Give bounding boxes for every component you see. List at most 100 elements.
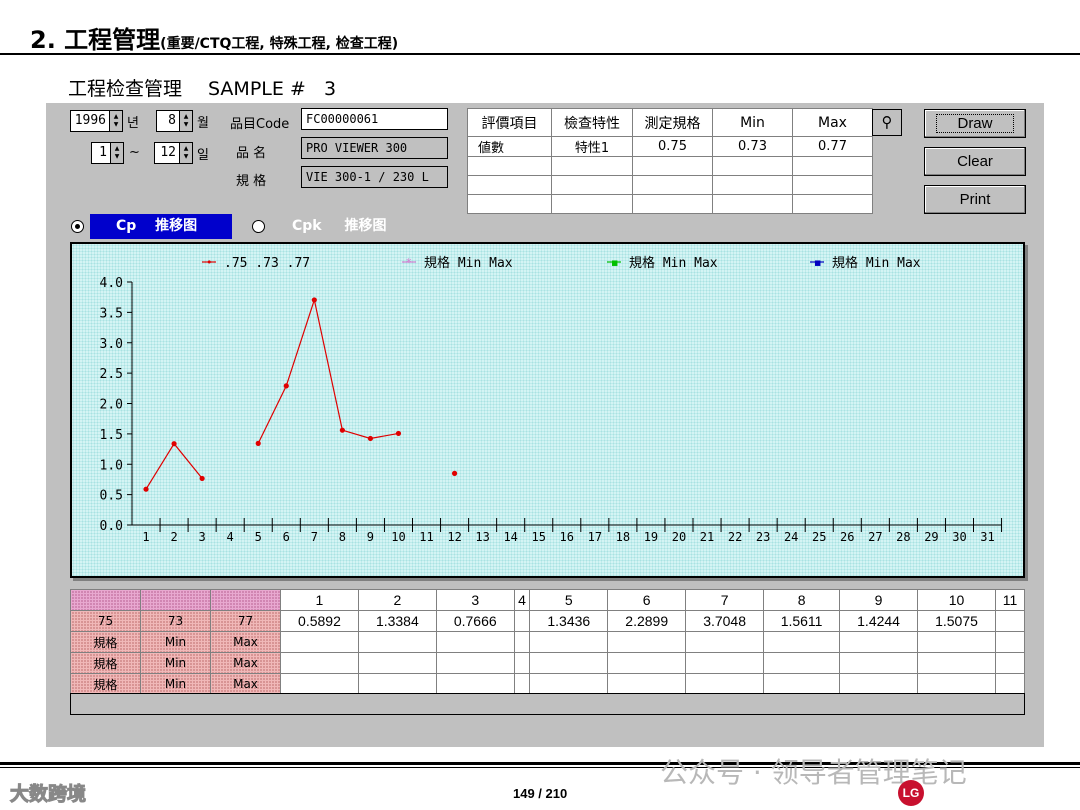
grid-value-cell[interactable] <box>839 652 919 674</box>
grid-horizontal-scrollbar[interactable] <box>70 693 1025 715</box>
grid-value-cell[interactable] <box>607 631 687 653</box>
print-button[interactable]: Print <box>924 185 1026 214</box>
spec-cell[interactable] <box>551 194 633 214</box>
spec-cell[interactable]: 0.73 <box>712 136 793 157</box>
spec-cell[interactable] <box>712 175 793 195</box>
binoculars-icon[interactable]: ⚲ <box>872 109 902 136</box>
cp-tab[interactable]: Cp 推移图 <box>90 214 232 239</box>
from-month-spin-arrows-icon[interactable]: ▲ ▼ <box>111 142 124 164</box>
x-tick-label: 5 <box>255 530 262 544</box>
grid-value-cell[interactable] <box>995 673 1025 695</box>
month-input[interactable]: 8 <box>156 110 180 132</box>
grid-value-cell[interactable]: 1.4244 <box>839 610 919 632</box>
cpk-radio[interactable] <box>252 220 265 233</box>
grid-value-cell[interactable]: 0.5892 <box>280 610 359 632</box>
month-spin-arrows-icon[interactable]: ▲ ▼ <box>180 110 193 132</box>
spec-cell[interactable] <box>467 194 552 214</box>
grid-value-cell[interactable] <box>685 652 765 674</box>
cp-radio[interactable] <box>71 220 84 233</box>
grid-value-cell[interactable]: 3.7048 <box>685 610 765 632</box>
year-input[interactable]: 1996 <box>70 110 110 132</box>
spec-cell[interactable] <box>632 194 713 214</box>
grid-value-cell[interactable] <box>529 631 609 653</box>
spec-cell[interactable] <box>792 194 873 214</box>
spec-cell[interactable] <box>467 156 552 176</box>
slide-title-main: 2. 工程管理 <box>30 26 161 54</box>
grid-value-cell[interactable] <box>917 631 996 653</box>
x-tick-label: 6 <box>283 530 290 544</box>
spec-cell[interactable] <box>467 175 552 195</box>
product-code-field[interactable]: FC00000061 <box>301 108 448 130</box>
clear-button[interactable]: Clear <box>924 147 1026 176</box>
grid-value-cell[interactable] <box>685 673 765 695</box>
sample-number: 3 <box>323 78 337 100</box>
grid-value-cell[interactable] <box>529 652 609 674</box>
grid-fixed-cell: 規格 <box>70 631 141 653</box>
year-spin-arrows-icon[interactable]: ▲ ▼ <box>110 110 123 132</box>
grid-value-cell[interactable] <box>513 673 531 695</box>
x-tick-label: 7 <box>311 530 318 544</box>
from-month-spinner[interactable]: 1 ▲ ▼ <box>91 142 124 164</box>
grid-value-cell[interactable]: 1.5611 <box>763 610 841 632</box>
month-spinner[interactable]: 8 ▲ ▼ 월 <box>156 110 209 132</box>
grid-value-cell[interactable] <box>607 652 687 674</box>
grid-value-cell[interactable] <box>839 673 919 695</box>
x-tick-label: 16 <box>560 530 574 544</box>
grid-value-cell[interactable] <box>763 631 841 653</box>
spec-cell[interactable] <box>712 194 793 214</box>
to-month-spin-arrows-icon[interactable]: ▲ ▼ <box>180 142 193 164</box>
spec-cell[interactable]: 特性1 <box>551 136 633 157</box>
grid-value-cell[interactable] <box>685 631 765 653</box>
cpk-tab[interactable]: Cpk 推移图 <box>292 214 386 239</box>
grid-value-cell[interactable] <box>529 673 609 695</box>
grid-value-cell[interactable]: 2.2899 <box>607 610 687 632</box>
grid-value-cell[interactable] <box>435 652 515 674</box>
grid-value-cell[interactable]: 1.5075 <box>917 610 996 632</box>
grid-value-cell[interactable] <box>763 673 841 695</box>
grid-value-cell[interactable] <box>513 631 531 653</box>
grid-value-cell[interactable] <box>513 652 531 674</box>
grid-value-cell[interactable] <box>995 631 1025 653</box>
grid-value-cell[interactable] <box>280 631 359 653</box>
grid-value-cell[interactable] <box>280 652 359 674</box>
grid-value-cell[interactable]: 1.3384 <box>357 610 437 632</box>
spec-cell[interactable] <box>792 175 873 195</box>
draw-button[interactable]: Draw <box>924 109 1026 138</box>
grid-col-header: 4 <box>513 589 531 611</box>
grid-value-cell[interactable] <box>435 631 515 653</box>
grid-value-cell[interactable] <box>357 652 437 674</box>
grid-value-cell[interactable] <box>917 673 996 695</box>
grid-value-cell[interactable] <box>839 631 919 653</box>
y-tick-label: 0.5 <box>100 489 123 504</box>
grid-value-cell[interactable]: 1.3436 <box>529 610 609 632</box>
to-month-spinner[interactable]: 12 ▲ ▼ 일 <box>154 142 209 164</box>
year-spinner[interactable]: 1996 ▲ ▼ 년 <box>70 110 139 132</box>
grid-value-cell[interactable] <box>607 673 687 695</box>
grid-value-cell[interactable] <box>917 652 996 674</box>
grid-col-header: 5 <box>529 589 609 611</box>
grid-value-cell[interactable] <box>995 610 1025 632</box>
spec-cell[interactable]: 0.75 <box>632 136 713 157</box>
grid-value-cell[interactable] <box>435 673 515 695</box>
spec-cell[interactable] <box>792 156 873 176</box>
grid-value-cell[interactable] <box>995 652 1025 674</box>
from-month-input[interactable]: 1 <box>91 142 111 164</box>
to-month-input[interactable]: 12 <box>154 142 180 164</box>
spec-cell[interactable]: 値數 <box>467 136 552 157</box>
x-tick-label: 29 <box>924 530 938 544</box>
grid-value-cell[interactable] <box>513 610 531 632</box>
grid-value-cell[interactable] <box>763 652 841 674</box>
to-month-unit: 일 <box>197 147 209 163</box>
app-window: 1996 ▲ ▼ 년 8 ▲ ▼ 월 1 ▲ ▼ ~ 12 ▲ ▼ 일 品目Code F… <box>46 103 1044 747</box>
grid-value-cell[interactable] <box>357 631 437 653</box>
spec-cell[interactable]: 0.77 <box>792 136 873 157</box>
spec-cell[interactable] <box>551 175 633 195</box>
spec-cell[interactable] <box>712 156 793 176</box>
grid-value-cell[interactable]: 0.7666 <box>435 610 515 632</box>
spec-cell[interactable] <box>632 175 713 195</box>
spec-cell[interactable] <box>551 156 633 176</box>
grid-col-header: 8 <box>763 589 841 611</box>
grid-value-cell[interactable] <box>280 673 359 695</box>
grid-value-cell[interactable] <box>357 673 437 695</box>
spec-cell[interactable] <box>632 156 713 176</box>
